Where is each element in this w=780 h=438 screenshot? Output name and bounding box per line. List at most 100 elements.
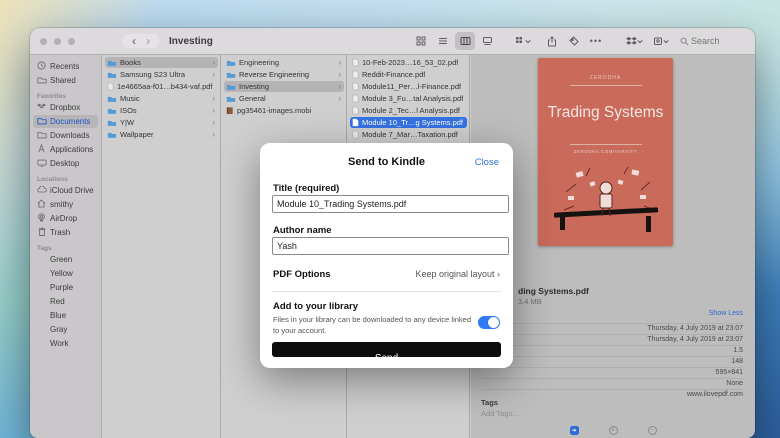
markup-icon[interactable]: ➔ <box>570 426 579 435</box>
chevron-right-icon: › <box>338 82 342 91</box>
window-title: Investing <box>169 36 213 47</box>
sidebar-item-shared[interactable]: Shared <box>33 74 98 87</box>
icon-view-button[interactable] <box>411 32 431 50</box>
tags-heading: Tags <box>481 398 498 407</box>
gallery-view-button[interactable] <box>477 32 497 50</box>
author-field-input[interactable] <box>272 237 509 255</box>
share-button[interactable] <box>542 32 562 50</box>
divider <box>272 291 501 292</box>
pdf-file-icon <box>352 58 359 67</box>
pdf-file-icon <box>352 94 359 103</box>
search-input[interactable] <box>689 35 745 47</box>
annotate-icon[interactable]: a <box>609 426 618 435</box>
book-file-icon <box>226 106 234 115</box>
library-toggle[interactable] <box>478 316 500 329</box>
file-row-module3[interactable]: Module 3_Fu…tal Analysis.pdf <box>350 93 467 104</box>
sidebar-item-airdrop[interactable]: AirDrop <box>33 212 98 225</box>
meta-producer: www.ilovepdf.com <box>481 389 743 400</box>
minimize-window-button[interactable] <box>54 38 61 45</box>
file-row-module7[interactable]: Module 7_Mar…Taxation.pdf <box>350 129 467 140</box>
add-tags-field[interactable]: Add Tags... <box>481 409 518 418</box>
trash-icon <box>36 227 47 238</box>
pdf-options-selector[interactable]: Keep original layout › <box>415 269 500 279</box>
chevron-right-icon: › <box>212 70 216 79</box>
file-row-samsung[interactable]: Samsung S23 Ultra› <box>105 69 218 80</box>
more-actions-button[interactable]: ••• <box>586 32 606 50</box>
column-view-button[interactable] <box>455 32 475 50</box>
file-row-investing[interactable]: Investing› <box>224 81 344 92</box>
file-row-music[interactable]: Music› <box>105 93 218 104</box>
chevron-right-icon: › <box>212 106 216 115</box>
file-row-module10-selected[interactable]: Module 10_Tr…g Systems.pdf <box>350 117 467 128</box>
sidebar-item-trash[interactable]: Trash <box>33 226 98 239</box>
sidebar-item-downloads[interactable]: Downloads <box>33 129 98 142</box>
file-row-reddit-finance[interactable]: Reddit-Finance.pdf <box>350 69 467 80</box>
file-row-10feb[interactable]: 10-Feb-2023…16_53_02.pdf <box>350 57 467 68</box>
show-less-link[interactable]: Show Less <box>709 310 743 317</box>
chevron-right-icon: › <box>212 118 216 127</box>
seesaw-illustration <box>546 162 666 234</box>
chevron-right-icon: › <box>338 94 342 103</box>
sidebar-tag-blue[interactable]: Blue <box>33 309 98 322</box>
extension-dropdown-button[interactable] <box>651 32 671 50</box>
dropbox-dropdown-button[interactable] <box>624 32 644 50</box>
dropbox-icon <box>36 103 47 113</box>
sidebar-item-smithy[interactable]: smithy <box>33 198 98 211</box>
tags-button[interactable] <box>564 32 584 50</box>
send-button[interactable]: Send <box>272 342 501 357</box>
tag-icon <box>569 36 579 46</box>
file-row-reverse-engineering[interactable]: Reverse Engineering› <box>224 69 344 80</box>
file-row-isos[interactable]: ISOs› <box>105 105 218 116</box>
sidebar-item-applications[interactable]: Applications <box>33 143 98 156</box>
zoom-window-button[interactable] <box>68 38 75 45</box>
search-field[interactable] <box>680 35 745 47</box>
back-icon[interactable]: ‹ <box>127 35 141 47</box>
meta-dimensions: 595×841 <box>481 367 743 378</box>
file-row-module2[interactable]: Module 2_Tec…l Analysis.pdf <box>350 105 467 116</box>
sidebar-item-icloud-drive[interactable]: iCloud Drive <box>33 184 98 197</box>
list-view-button[interactable] <box>433 32 453 50</box>
folder-icon <box>107 71 117 79</box>
sidebar-tag-purple[interactable]: Purple <box>33 281 98 294</box>
sidebar-tag-yellow[interactable]: Yellow <box>33 267 98 280</box>
sidebar-section-tags: Tags <box>37 245 101 252</box>
author-field-label: Author name <box>273 225 332 236</box>
cover-title: Trading Systems <box>538 104 673 122</box>
meta-pages: 148 <box>481 356 743 367</box>
forward-icon[interactable]: › <box>141 35 155 47</box>
file-row-module11[interactable]: Module11_Per…l-Finance.pdf <box>350 81 467 92</box>
sidebar-tag-gray[interactable]: Gray <box>33 323 98 336</box>
file-row-wallpaper[interactable]: Wallpaper› <box>105 129 218 140</box>
airdrop-icon <box>36 213 47 224</box>
file-row-general[interactable]: General› <box>224 93 344 104</box>
file-row-yjw[interactable]: Y|W› <box>105 117 218 128</box>
file-row-mobi[interactable]: pg35461-images.mobi <box>224 105 344 116</box>
close-dialog-button[interactable]: Close <box>475 157 499 168</box>
badge-box-icon <box>653 36 663 46</box>
sidebar-section-favorites: Favorites <box>37 93 101 100</box>
sidebar-tag-work[interactable]: Work <box>33 337 98 350</box>
sidebar-tag-green[interactable]: Green <box>33 253 98 266</box>
pdf-file-icon <box>352 106 359 115</box>
applications-icon <box>36 144 47 155</box>
pdf-file-icon <box>352 82 359 91</box>
file-row-pdf1[interactable]: 1e4665aa-f01…b434-vaf.pdf <box>105 81 218 92</box>
folder-icon <box>226 59 236 67</box>
sidebar-item-desktop[interactable]: Desktop <box>33 157 98 170</box>
pdf-file-icon <box>107 82 114 91</box>
list-view-icon <box>438 36 448 46</box>
close-window-button[interactable] <box>40 38 47 45</box>
desktop-icon <box>36 159 47 169</box>
sidebar-item-documents[interactable]: Documents <box>33 115 98 128</box>
title-field-input[interactable] <box>272 195 509 213</box>
download-icon <box>36 131 47 141</box>
file-row-books[interactable]: Books› <box>105 57 218 68</box>
sidebar-item-dropbox[interactable]: Dropbox <box>33 101 98 114</box>
remove-icon[interactable]: − <box>648 426 657 435</box>
clock-icon <box>36 61 47 72</box>
sidebar-item-recents[interactable]: Recents <box>33 60 98 73</box>
group-by-button[interactable] <box>513 32 533 50</box>
file-row-engineering[interactable]: Engineering› <box>224 57 344 68</box>
sidebar: Recents Shared Favorites Dropbox Documen… <box>30 55 102 438</box>
sidebar-tag-red[interactable]: Red <box>33 295 98 308</box>
